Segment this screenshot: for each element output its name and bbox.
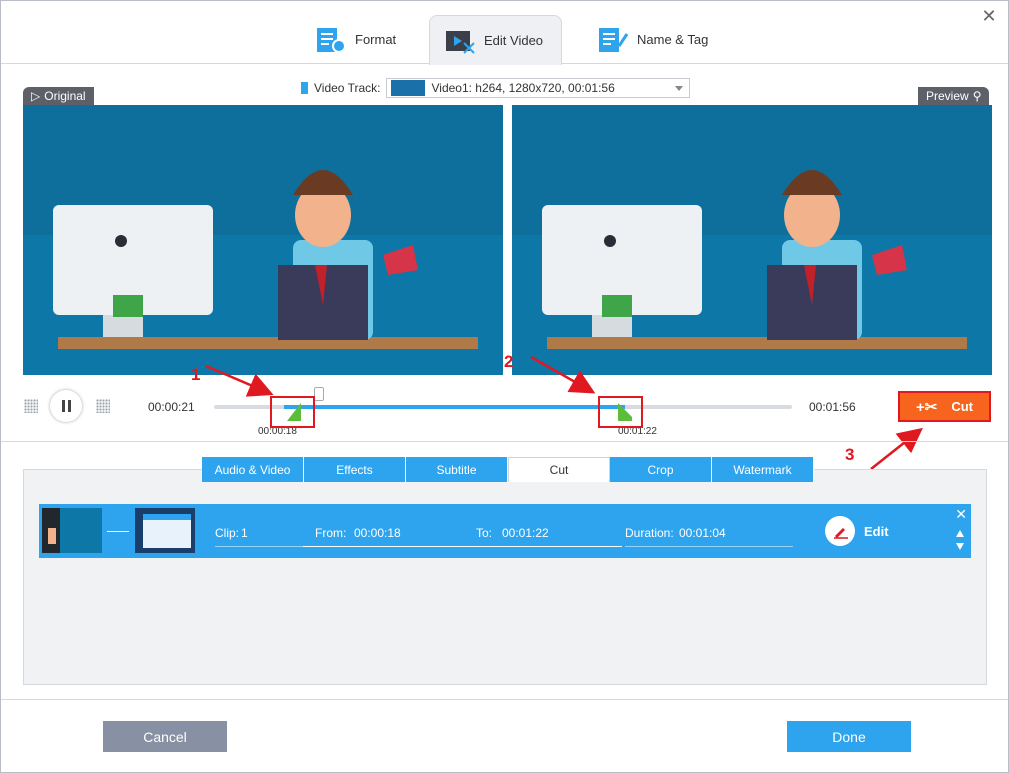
subtab-cut[interactable]: Cut	[508, 457, 610, 482]
cancel-button[interactable]: Cancel	[103, 721, 227, 752]
timeline-selection	[284, 405, 625, 409]
playhead[interactable]	[314, 387, 324, 401]
done-button[interactable]: Done	[787, 721, 911, 752]
pause-icon-bar	[67, 400, 71, 412]
from-label: From:	[315, 526, 347, 540]
total-time: 00:01:56	[809, 400, 856, 414]
cut-button[interactable]: +✂ Cut	[898, 391, 991, 422]
duration-underline	[625, 546, 793, 547]
annotation-number-2: 2	[504, 352, 514, 371]
remove-clip-icon[interactable]: ✕	[955, 506, 967, 523]
edit-button[interactable]	[825, 516, 855, 546]
subtab-subtitle[interactable]: Subtitle	[406, 457, 508, 482]
duration-label: Duration:	[625, 526, 674, 540]
drag-handle-left[interactable]	[24, 399, 38, 413]
clip-connector	[107, 531, 129, 532]
drag-handle-right[interactable]	[96, 399, 110, 413]
annotation-box-start	[270, 396, 315, 428]
subtab-crop[interactable]: Crop	[610, 457, 712, 482]
subtab-audio-video[interactable]: Audio & Video	[202, 457, 304, 482]
clip-number: 1	[241, 526, 248, 540]
clip-label: Clip:	[215, 526, 240, 540]
duration-value: 00:01:04	[679, 526, 726, 540]
clip-end-thumbnail	[135, 508, 195, 553]
current-time: 00:00:21	[148, 400, 195, 414]
edit-label[interactable]: Edit	[864, 524, 889, 539]
clip-row[interactable]: Clip: 1 From: 00:00:18 To: 00:01:22 Dura…	[39, 504, 971, 558]
footer-divider	[1, 699, 1008, 700]
clip-start-thumbnail	[42, 508, 102, 553]
range-underline	[303, 546, 622, 547]
to-value: 00:01:22	[502, 526, 549, 540]
from-value: 00:00:18	[354, 526, 401, 540]
arrow-2	[530, 355, 596, 394]
cut-button-label: Cut	[951, 399, 973, 414]
subtab-effects[interactable]: Effects	[304, 457, 406, 482]
annotation-number-3: 3	[845, 445, 855, 464]
annotation-number-1: 1	[191, 365, 201, 384]
move-up-icon[interactable]	[956, 530, 964, 537]
annotation-box-end	[598, 396, 643, 428]
pencil-icon	[834, 528, 848, 539]
pause-button[interactable]	[50, 390, 82, 422]
subtab-bar: Audio & Video Effects Subtitle Cut Crop …	[202, 457, 814, 482]
edit-video-window: Format Edit Video Name & Tag ✕ Video Tra…	[0, 0, 1009, 773]
clip-underline	[215, 546, 305, 547]
move-down-icon[interactable]	[956, 543, 964, 550]
divider	[1, 441, 1008, 442]
scissors-plus-icon: +✂	[916, 398, 938, 416]
subtab-watermark[interactable]: Watermark	[712, 457, 814, 482]
timeline-row: 00:00:21 00:00:18 00:01:22 00:01:56	[1, 387, 1008, 441]
cut-content-area	[23, 469, 987, 685]
to-label: To:	[476, 526, 493, 540]
pause-icon-bar	[61, 400, 65, 412]
